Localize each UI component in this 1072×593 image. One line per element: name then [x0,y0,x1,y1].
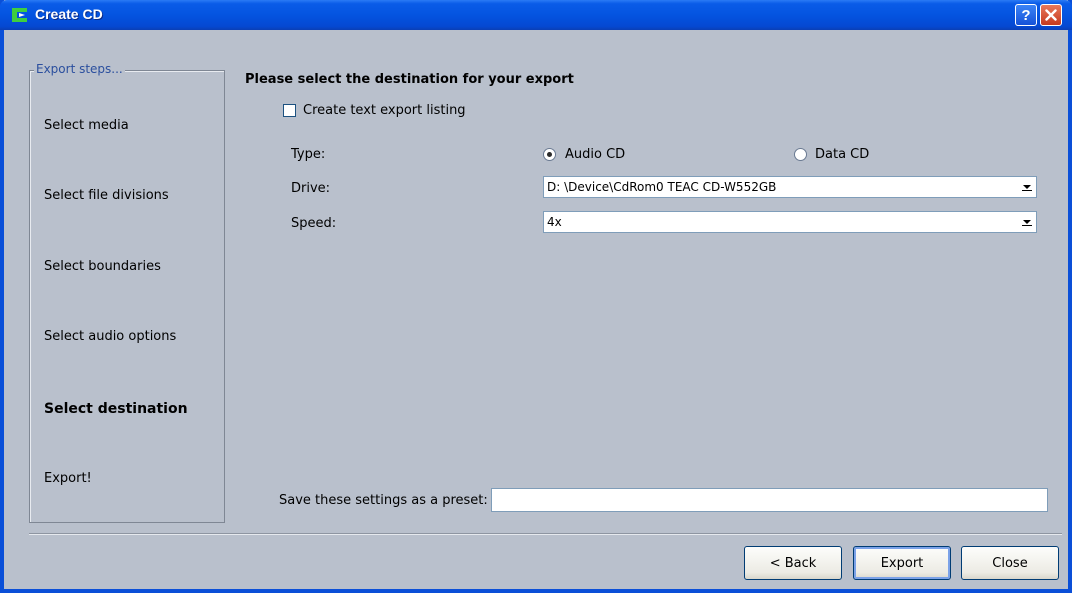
audio-cd-label[interactable]: Audio CD [565,147,625,162]
export-steps-legend: Export steps... [34,62,125,76]
speed-select-value: 4x [547,215,562,229]
create-cd-app-icon [12,8,27,22]
window-title: Create CD [35,6,103,22]
svg-text:?: ? [1021,7,1030,23]
chevron-down-icon[interactable] [1020,179,1034,195]
help-icon: ? [1021,7,1030,23]
export-button[interactable]: Export [853,546,951,580]
type-label: Type: [291,147,326,162]
step-select-audio-options[interactable]: Select audio options [44,329,176,344]
title-bar[interactable]: Create CD ? [0,0,1072,30]
footer-divider [29,533,1062,535]
close-button[interactable]: Close [961,546,1059,580]
drive-select[interactable]: D: \Device\CdRom0 TEAC CD-W552GB [543,176,1037,198]
export-steps-panel [29,70,225,523]
close-window-button[interactable] [1040,4,1062,26]
page-heading: Please select the destination for your e… [245,72,574,87]
create-cd-window: Create CD ? Export steps... Select media… [0,0,1072,593]
speed-label: Speed: [291,216,337,231]
data-cd-label[interactable]: Data CD [815,147,869,162]
back-button[interactable]: < Back [744,546,842,580]
step-select-destination[interactable]: Select destination [44,401,188,417]
audio-cd-radio[interactable] [543,148,556,161]
preset-label: Save these settings as a preset: [279,493,488,508]
drive-select-value: D: \Device\CdRom0 TEAC CD-W552GB [547,180,777,194]
speed-select[interactable]: 4x [543,211,1037,233]
step-select-boundaries[interactable]: Select boundaries [44,259,161,274]
data-cd-radio[interactable] [794,148,807,161]
preset-name-input[interactable] [491,488,1048,512]
chevron-down-icon[interactable] [1020,214,1034,230]
close-icon [1045,9,1057,21]
step-export[interactable]: Export! [44,471,92,486]
text-export-checkbox-label[interactable]: Create text export listing [303,103,466,118]
text-export-checkbox[interactable] [283,104,296,117]
help-button[interactable]: ? [1015,4,1037,26]
step-select-media[interactable]: Select media [44,118,129,133]
step-select-file-divisions[interactable]: Select file divisions [44,188,169,203]
drive-label: Drive: [291,181,331,196]
